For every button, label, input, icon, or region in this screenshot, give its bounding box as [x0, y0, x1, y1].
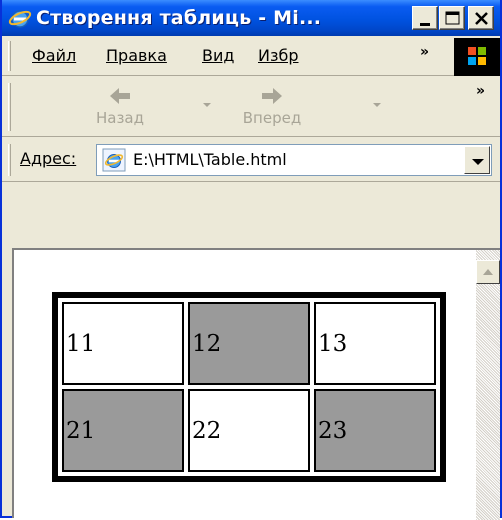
minimize-icon	[420, 23, 430, 26]
table-row: 11 12 13	[62, 302, 436, 385]
menu-overflow-chevron[interactable]: »	[420, 44, 429, 60]
menu-item-file[interactable]: Файл	[32, 46, 76, 65]
back-label: Назад	[95, 109, 144, 127]
chrome-spacer	[2, 183, 500, 248]
forward-label: Вперед	[242, 109, 302, 127]
back-arrow-icon	[110, 88, 130, 104]
standard-toolbar: Назад Вперед »	[2, 77, 500, 137]
page-viewport[interactable]: 11 12 13 21 22 23	[12, 248, 500, 520]
table-cell: 22	[188, 389, 310, 472]
page-ie-icon	[102, 148, 126, 172]
back-dropdown-arrow-icon[interactable]	[202, 101, 212, 109]
menu-bar: Файл Правка Вид Избр »	[2, 36, 500, 76]
toolbar-grip[interactable]	[8, 83, 11, 131]
menu-grip[interactable]	[8, 41, 11, 71]
table-cell: 12	[188, 302, 310, 385]
address-dropdown-button[interactable]	[464, 146, 490, 174]
forward-arrow-icon	[262, 88, 282, 104]
table-cell: 13	[314, 302, 436, 385]
menu-item-view[interactable]: Вид	[202, 46, 234, 65]
back-button[interactable]: Назад	[80, 83, 160, 131]
scroll-up-arrow-icon	[483, 269, 493, 275]
title-bar[interactable]: Створення таблиць - Mi...	[2, 0, 500, 36]
address-input[interactable]: E:\HTML\Table.html	[96, 144, 492, 176]
minimize-button[interactable]	[412, 6, 438, 30]
vertical-scrollbar[interactable]	[476, 250, 500, 520]
forward-button[interactable]: Вперед	[232, 83, 312, 131]
ie-logo-icon	[8, 10, 32, 28]
table-row: 21 22 23	[62, 389, 436, 472]
windows-logo	[454, 38, 500, 76]
close-icon	[475, 12, 488, 25]
scroll-up-button[interactable]	[476, 260, 500, 284]
table-cell: 23	[314, 389, 436, 472]
address-value: E:\HTML\Table.html	[133, 150, 287, 169]
toolbar-overflow-chevron[interactable]: »	[476, 83, 485, 99]
chevron-down-icon	[472, 159, 484, 165]
maximize-button[interactable]	[439, 6, 465, 30]
close-button[interactable]	[468, 6, 494, 30]
demo-table: 11 12 13 21 22 23	[52, 292, 446, 482]
address-grip[interactable]	[8, 144, 11, 176]
address-label: Адрес:	[20, 149, 77, 168]
window-title: Створення таблиць - Mi...	[36, 7, 322, 29]
menu-item-favorites[interactable]: Избр	[258, 46, 306, 65]
table-cell: 11	[62, 302, 184, 385]
address-bar: Адрес: E:\HTML\Table.html	[2, 138, 500, 182]
forward-dropdown-arrow-icon[interactable]	[372, 101, 382, 109]
browser-window: Створення таблиць - Mi... Файл Правка Ви…	[0, 0, 502, 520]
table-cell: 21	[62, 389, 184, 472]
maximize-icon	[445, 11, 460, 25]
windows-flag-icon	[468, 47, 486, 65]
menu-item-edit[interactable]: Правка	[106, 46, 167, 65]
